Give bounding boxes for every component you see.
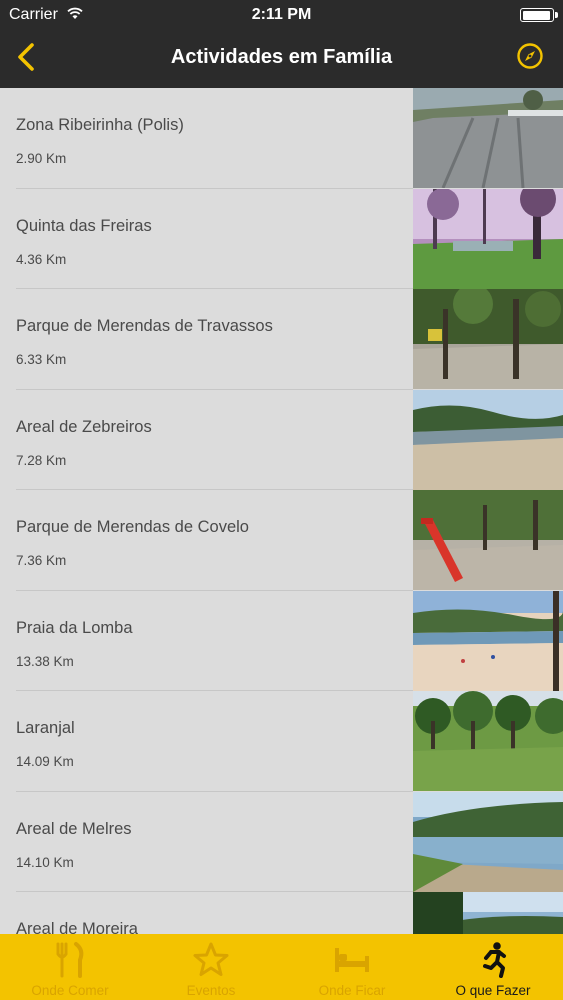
- tab-label: O que Fazer: [455, 983, 531, 998]
- item-name: Zona Ribeirinha (Polis): [16, 116, 184, 134]
- item-distance: 7.28 Km: [16, 452, 67, 468]
- star-icon: [141, 940, 281, 985]
- list-item[interactable]: Areal de Melres 14.10 Km: [0, 791, 563, 892]
- bed-icon: [282, 940, 422, 985]
- item-thumbnail: [413, 289, 563, 389]
- running-man-icon: [423, 940, 563, 985]
- list-item[interactable]: Laranjal 14.09 Km: [0, 691, 563, 792]
- item-thumbnail: [413, 691, 563, 791]
- page-title: Actividades em Família: [170, 46, 393, 68]
- item-name: Parque de Merendas de Travassos: [16, 317, 273, 335]
- item-name: Areal de Moreira: [16, 920, 138, 934]
- item-distance: 14.10 Km: [16, 854, 74, 870]
- item-name: Areal de Zebreiros: [16, 417, 152, 436]
- item-distance: 14.09 Km: [16, 754, 74, 769]
- item-distance: 4.36 Km: [16, 251, 67, 267]
- tab-onde-comer[interactable]: Onde Comer: [0, 934, 140, 1000]
- item-name: Areal de Melres: [16, 819, 132, 838]
- tab-eventos[interactable]: Eventos: [141, 934, 281, 1000]
- compass-icon: [517, 43, 543, 69]
- fork-knife-icon: [0, 940, 140, 985]
- list-item[interactable]: Areal de Moreira: [0, 892, 563, 934]
- item-distance: 7.36 Km: [16, 553, 67, 568]
- tab-bar: Onde Comer Eventos Onde Ficar O que Faze…: [0, 934, 563, 1000]
- item-thumbnail: [413, 892, 563, 934]
- tab-label: Onde Comer: [31, 983, 109, 998]
- activity-list[interactable]: Zona Ribeirinha (Polis) 2.90 Km Quinta d…: [0, 88, 563, 934]
- compass-button[interactable]: [515, 41, 545, 71]
- list-item[interactable]: Praia da Lomba 13.38 Km: [0, 590, 563, 691]
- item-distance: 2.90 Km: [16, 151, 67, 166]
- clock: 2:11 PM: [251, 6, 312, 23]
- list-item[interactable]: Parque de Merendas de Travassos 6.33 Km: [0, 289, 563, 390]
- navigation-bar: Carrier 2:11 PM Actividades em Família: [0, 0, 563, 88]
- list-item[interactable]: Areal de Zebreiros 7.28 Km: [0, 389, 563, 490]
- tab-label: Onde Ficar: [318, 983, 386, 998]
- item-name: Laranjal: [16, 719, 75, 737]
- item-distance: 6.33 Km: [16, 352, 67, 367]
- tab-o-que-fazer[interactable]: O que Fazer: [423, 934, 563, 1000]
- item-thumbnail: [413, 188, 563, 289]
- battery-icon: [520, 8, 558, 22]
- status-bar: Carrier 2:11 PM: [0, 0, 563, 30]
- tab-onde-ficar[interactable]: Onde Ficar: [282, 934, 422, 1000]
- item-thumbnail: [413, 389, 563, 490]
- item-thumbnail: [413, 590, 563, 691]
- item-thumbnail: [413, 88, 563, 188]
- item-thumbnail: [413, 490, 563, 590]
- list-item[interactable]: Quinta das Freiras 4.36 Km: [0, 188, 563, 289]
- item-name: Parque de Merendas de Covelo: [16, 518, 249, 536]
- list-item[interactable]: Zona Ribeirinha (Polis) 2.90 Km: [0, 88, 563, 189]
- item-name: Praia da Lomba: [16, 618, 133, 637]
- item-name: Quinta das Freiras: [16, 216, 152, 235]
- tab-label: Eventos: [186, 983, 236, 998]
- item-thumbnail: [413, 791, 563, 892]
- list-item[interactable]: Parque de Merendas de Covelo 7.36 Km: [0, 490, 563, 591]
- item-distance: 13.38 Km: [16, 653, 74, 669]
